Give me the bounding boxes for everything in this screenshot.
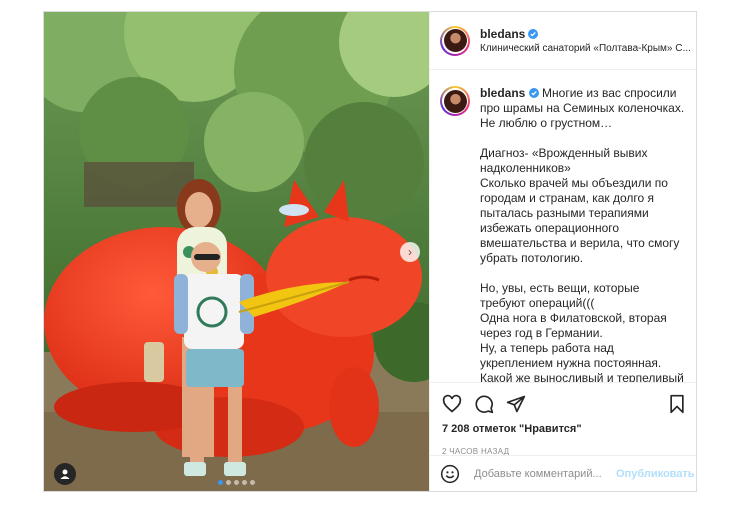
share-icon[interactable] — [506, 394, 526, 414]
caption-line: Не люблю о грустном… — [480, 116, 613, 130]
comment-input[interactable] — [472, 467, 616, 481]
carousel-dot — [242, 480, 247, 485]
emoji-icon[interactable] — [440, 464, 460, 484]
likes-count[interactable]: 7 208 отметок "Нравится" — [430, 415, 696, 435]
caption-text: bledans Многие из вас спросили про шрамы… — [480, 86, 687, 382]
carousel-dot — [234, 480, 239, 485]
user-tag-icon — [60, 469, 70, 479]
post-sidebar: bledans Клинический санаторий «Полтава-К… — [429, 12, 696, 491]
carousel-indicator — [44, 480, 429, 485]
publish-button[interactable]: Опубликовать — [616, 468, 695, 480]
comment-icon[interactable] — [474, 394, 494, 414]
comment-box: Опубликовать — [430, 455, 696, 491]
next-slide-button[interactable]: › — [400, 242, 420, 262]
heart-icon[interactable] — [442, 394, 462, 414]
caption-line: Диагноз- «Врожденный вывих надколенников… — [480, 146, 648, 175]
post-media[interactable]: › — [44, 12, 429, 491]
avatar[interactable] — [440, 25, 470, 56]
carousel-dot — [250, 480, 255, 485]
caption-area: bledans Многие из вас спросили про шрамы… — [430, 71, 696, 382]
caption-line: Ну, а теперь работа над укреплением нужн… — [480, 341, 662, 370]
post-actions: 7 208 отметок "Нравится" 2 ЧАСОВ НАЗАД — [430, 382, 696, 456]
verified-icon — [528, 29, 539, 39]
carousel-dot — [218, 480, 223, 485]
caption-username[interactable]: bledans — [480, 86, 525, 100]
chevron-right-icon: › — [408, 245, 412, 259]
caption-avatar[interactable] — [440, 86, 470, 116]
username-link[interactable]: bledans — [480, 27, 525, 41]
caption-line: Какой же выносливый и терпеливый — [480, 371, 684, 382]
caption-line: Одна нога в Филатовской, вторая через го… — [480, 311, 667, 340]
caption-line: Но, увы, есть вещи, которые требуют опер… — [480, 281, 640, 310]
post-photo — [44, 12, 429, 491]
caption-line: Сколько врачей мы объездили по городам и… — [480, 176, 680, 265]
carousel-dot — [226, 480, 231, 485]
post-timestamp[interactable]: 2 ЧАСОВ НАЗАД — [430, 435, 696, 456]
instagram-post: › bledans Клинический санаторий «Полтава… — [43, 11, 697, 492]
save-icon[interactable] — [667, 394, 687, 414]
post-header: bledans Клинический санаторий «Полтава-К… — [430, 12, 696, 70]
verified-icon — [528, 88, 539, 98]
location-link[interactable]: Клинический санаторий «Полтава-Крым» С..… — [480, 43, 692, 54]
